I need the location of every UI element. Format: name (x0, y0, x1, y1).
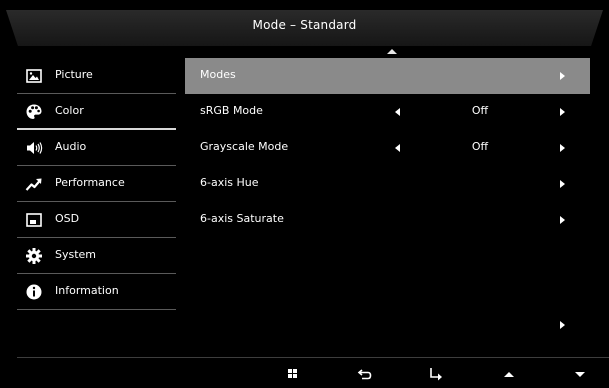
arrow-left-icon[interactable] (395, 144, 400, 152)
option-label: 6-axis Saturate (200, 212, 284, 225)
enter-icon[interactable] (427, 366, 445, 382)
sidebar-item-label: Picture (55, 68, 93, 81)
option-row-modes[interactable]: Modes (185, 58, 590, 94)
sidebar-item-system[interactable]: System (17, 238, 176, 274)
arrow-right-icon[interactable] (560, 216, 565, 224)
sidebar-item-osd[interactable]: OSD (17, 202, 176, 238)
option-row-srgb-mode[interactable]: sRGB Mode Off (185, 94, 590, 130)
sidebar-item-audio[interactable]: Audio (17, 130, 176, 166)
down-icon[interactable] (571, 366, 589, 382)
palette-icon (25, 103, 43, 121)
option-value: Off (471, 140, 489, 153)
option-row-6-axis-hue[interactable]: 6-axis Hue (185, 166, 590, 202)
sidebar-item-performance[interactable]: Performance (17, 166, 176, 202)
sidebar-item-label: Audio (55, 140, 87, 153)
osd-menu: Mode – Standard Picture Color Audio Perf… (0, 0, 609, 388)
arrow-right-icon[interactable] (560, 72, 565, 80)
option-label: Modes (200, 68, 236, 81)
up-icon[interactable] (500, 366, 518, 382)
footer-divider (17, 357, 609, 358)
more-arrow-icon[interactable] (560, 321, 565, 329)
info-icon (25, 283, 43, 301)
sidebar-item-label: System (55, 248, 97, 261)
sidebar-item-picture[interactable]: Picture (17, 58, 176, 94)
arrow-right-icon[interactable] (560, 144, 565, 152)
sidebar-item-color[interactable]: Color (17, 94, 176, 130)
menu-icon[interactable] (284, 366, 302, 382)
option-row-grayscale-mode[interactable]: Grayscale Mode Off (185, 130, 590, 166)
sidebar-item-label: Information (55, 284, 119, 297)
sidebar-item-label: Performance (55, 176, 125, 189)
picture-icon (25, 67, 43, 85)
sidebar: Picture Color Audio Performance OSD Syst… (17, 58, 176, 328)
option-value: Off (471, 104, 489, 117)
arrow-right-icon[interactable] (560, 108, 565, 116)
sidebar-item-information[interactable]: Information (17, 274, 176, 310)
option-label: 6-axis Hue (200, 176, 259, 189)
option-row-6-axis-saturate[interactable]: 6-axis Saturate (185, 202, 590, 238)
osd-icon (25, 211, 43, 229)
gear-icon (25, 247, 43, 265)
sidebar-item-label: OSD (55, 212, 80, 225)
option-label: sRGB Mode (200, 104, 263, 117)
trend-icon (25, 175, 43, 193)
option-label: Grayscale Mode (200, 140, 289, 153)
scroll-up-icon[interactable] (387, 49, 397, 54)
arrow-right-icon[interactable] (560, 180, 565, 188)
speaker-icon (25, 139, 43, 157)
arrow-left-icon[interactable] (395, 108, 400, 116)
back-icon[interactable] (356, 366, 374, 382)
sidebar-item-label: Color (55, 104, 84, 117)
page-title: Mode – Standard (252, 18, 357, 32)
